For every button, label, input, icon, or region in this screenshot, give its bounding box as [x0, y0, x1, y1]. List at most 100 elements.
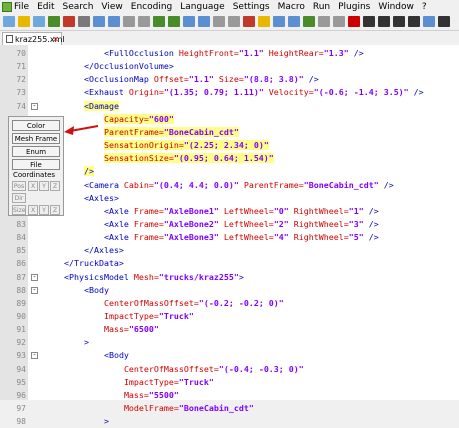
menu-item-file[interactable]: File — [14, 2, 29, 12]
code-line[interactable]: 87- <PhysicsModel Mesh="trucks/kraz255"> — [0, 271, 459, 284]
code-text: <PhysicsModel Mesh="trucks/kraz255"> — [44, 271, 244, 284]
code-line[interactable]: 72 <OcclusionMap Offset="1.1" Size="(8.8… — [0, 73, 459, 86]
line-number: 90 — [16, 312, 26, 321]
fold-toggle-icon[interactable]: - — [31, 352, 38, 360]
size-y-button[interactable]: Y — [39, 205, 49, 215]
code-line[interactable]: 80 <Camera Cabin="(0.4; 4.4; 0.0)" Paren… — [0, 179, 459, 192]
code-line[interactable]: 77 SensationOrigin="(2.25; 2.34; 0)" — [0, 139, 459, 152]
tab-file[interactable]: kraz255.xml ✕ — [2, 32, 65, 45]
code-line[interactable]: 81 <Axles> — [0, 192, 459, 205]
menu-item-window[interactable]: Window — [378, 2, 414, 12]
code-line[interactable]: 78 SensationSize="(0.95; 0.64; 1.54)" — [0, 152, 459, 165]
mesh-frame-button[interactable]: Mesh Frame — [12, 133, 60, 144]
menu-item-run[interactable]: Run — [313, 2, 330, 12]
fold-toggle-icon[interactable]: - — [31, 286, 38, 294]
enum-button[interactable]: Enum — [12, 146, 60, 157]
toolbar-button-icon[interactable] — [408, 16, 420, 27]
toolbar-button-icon[interactable] — [228, 16, 240, 27]
pos-z-button[interactable]: Z — [50, 181, 60, 191]
toolbar-button-icon[interactable] — [318, 16, 330, 27]
tool-panel: Color Mesh Frame Enum File Coordinates P… — [8, 116, 64, 216]
code-line[interactable]: 76 ParentFrame="BoneCabin_cdt" — [0, 126, 459, 139]
menu-item-encoding[interactable]: Encoding — [131, 2, 172, 12]
xml-value: "BoneCabin_cdt" — [303, 179, 379, 190]
xml-attribute: LeftWheel= — [218, 205, 274, 216]
xml-tag: </OcclusionVolume> — [83, 61, 174, 72]
toolbar-button-icon[interactable] — [348, 16, 360, 27]
toolbar-button-icon[interactable] — [243, 16, 255, 27]
toolbar-button-icon[interactable] — [183, 16, 195, 27]
toolbar-button-icon[interactable] — [423, 16, 435, 27]
code-line[interactable]: 95 ImpactType="Truck" — [0, 376, 459, 389]
code-line[interactable]: 74- <Damage — [0, 100, 459, 113]
toolbar-button-icon[interactable] — [78, 16, 90, 27]
xml-attribute: Velocity= — [263, 87, 314, 98]
toolbar-button-icon[interactable] — [168, 16, 180, 27]
menu-item-edit[interactable]: Edit — [37, 2, 54, 12]
size-z-button[interactable]: Z — [50, 205, 60, 215]
menu-item-view[interactable]: View — [101, 2, 122, 12]
code-line[interactable]: 82 <Axle Frame="AxleBone1" LeftWheel="0"… — [0, 205, 459, 218]
toolbar-button-icon[interactable] — [123, 16, 135, 27]
xml-attribute: ModelFrame= — [123, 403, 179, 414]
color-button[interactable]: Color — [12, 120, 60, 131]
size-x-button[interactable]: X — [28, 205, 38, 215]
toolbar-button-icon[interactable] — [108, 16, 120, 27]
toolbar-button-icon[interactable] — [288, 16, 300, 27]
line-number: 89 — [16, 298, 26, 308]
toolbar-button-icon[interactable] — [438, 16, 450, 27]
code-line[interactable]: 86 </TruckData> — [0, 257, 459, 270]
toolbar-button-icon[interactable] — [333, 16, 345, 27]
toolbar-button-icon[interactable] — [48, 16, 60, 27]
menu-item-search[interactable]: Search — [63, 2, 94, 12]
code-line[interactable]: 88- <Body — [0, 284, 459, 297]
code-line[interactable]: 70 <FullOcclusion HeightFront="1.1" Heig… — [0, 47, 459, 60]
xml-attribute: Mass= — [123, 389, 149, 400]
toolbar-button-icon[interactable] — [18, 16, 30, 27]
code-line[interactable]: 91 Mass="6500" — [0, 323, 459, 336]
code-line[interactable]: 98 > — [0, 415, 459, 428]
toolbar-button-icon[interactable] — [93, 16, 105, 27]
code-line[interactable]: 94 CenterOfMassOffset="(-0.4; -0.3; 0)" — [0, 363, 459, 376]
code-line[interactable]: 71 </OcclusionVolume> — [0, 60, 459, 73]
code-line[interactable]: 83 <Axle Frame="AxleBone2" LeftWheel="2"… — [0, 218, 459, 231]
fold-toggle-icon[interactable]: - — [31, 102, 38, 110]
toolbar-button-icon[interactable] — [393, 16, 405, 27]
toolbar-button-icon[interactable] — [258, 16, 270, 27]
pos-y-button[interactable]: Y — [39, 181, 49, 191]
xml-tag: <Body — [83, 284, 109, 295]
code-editor[interactable]: 70 <FullOcclusion HeightFront="1.1" Heig… — [0, 45, 459, 426]
file-button[interactable]: File — [12, 159, 60, 170]
code-line[interactable]: 73 <Exhaust Origin="(1.35; 0.79; 1.11)" … — [0, 86, 459, 99]
menu-item--[interactable]: ? — [422, 2, 427, 12]
code-line[interactable]: 97 ModelFrame="BoneCabin_cdt" — [0, 402, 459, 415]
menu-item-language[interactable]: Language — [180, 2, 224, 12]
xml-attribute: Capacity= — [103, 113, 149, 124]
code-line[interactable]: 84 <Axle Frame="AxleBone3" LeftWheel="4"… — [0, 231, 459, 244]
toolbar-button-icon[interactable] — [138, 16, 150, 27]
toolbar-button-icon[interactable] — [63, 16, 75, 27]
menu-item-plugins[interactable]: Plugins — [338, 2, 370, 12]
toolbar-button-icon[interactable] — [213, 16, 225, 27]
menu-item-settings[interactable]: Settings — [233, 2, 270, 12]
xml-value: "(-0.4; -0.3; 0)" — [218, 363, 304, 374]
fold-toggle-icon[interactable]: - — [31, 273, 38, 281]
code-line[interactable]: 79 /> — [0, 165, 459, 178]
toolbar-button-icon[interactable] — [198, 16, 210, 27]
code-line[interactable]: 90 ImpactType="Truck" — [0, 310, 459, 323]
code-line[interactable]: 85 </Axles> — [0, 244, 459, 257]
xml-value: "AxleBone1" — [163, 205, 219, 216]
toolbar-button-icon[interactable] — [303, 16, 315, 27]
pos-x-button[interactable]: X — [28, 181, 38, 191]
code-line[interactable]: 75 Capacity="600" — [0, 113, 459, 126]
toolbar-button-icon[interactable] — [33, 16, 45, 27]
toolbar-button-icon[interactable] — [378, 16, 390, 27]
toolbar-button-icon[interactable] — [363, 16, 375, 27]
code-line[interactable]: 89 CenterOfMassOffset="(-0.2; -0.2; 0)" — [0, 297, 459, 310]
code-line[interactable]: 92 > — [0, 336, 459, 349]
toolbar-button-icon[interactable] — [153, 16, 165, 27]
code-line[interactable]: 93- <Body — [0, 349, 459, 362]
menu-item-macro[interactable]: Macro — [278, 2, 305, 12]
toolbar-button-icon[interactable] — [3, 16, 15, 27]
toolbar-button-icon[interactable] — [273, 16, 285, 27]
